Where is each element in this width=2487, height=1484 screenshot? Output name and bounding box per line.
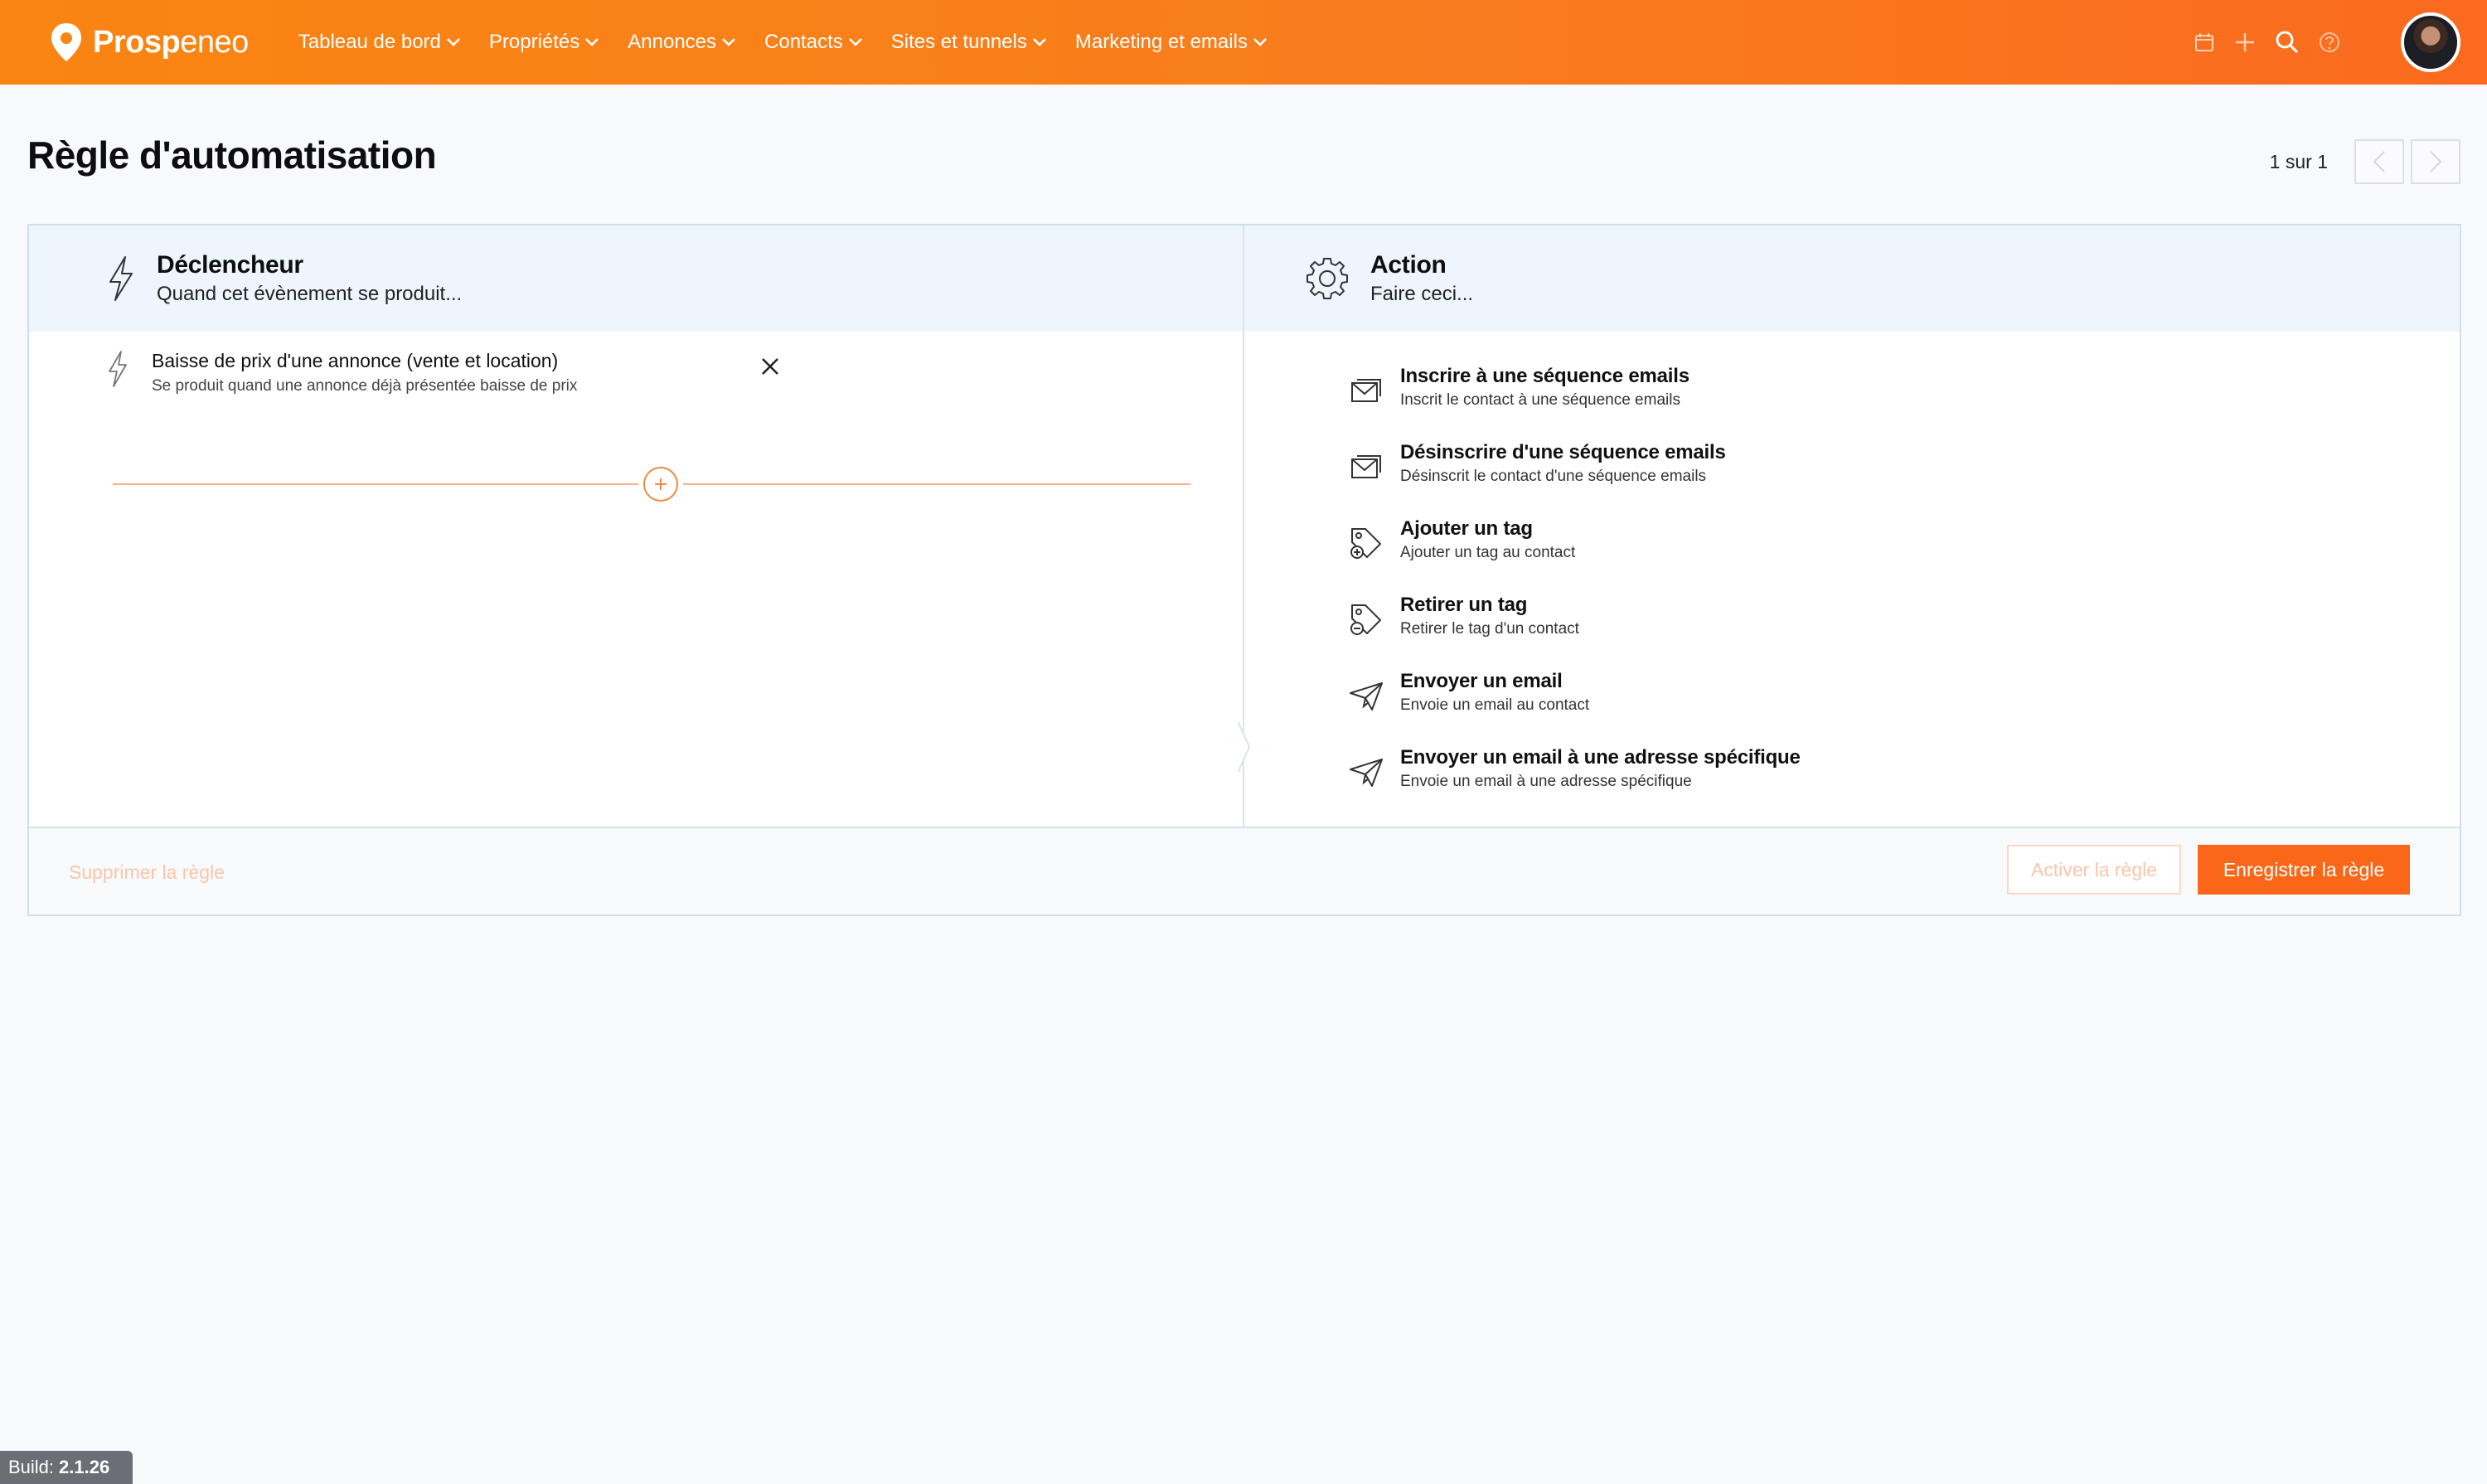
chevron-down-icon <box>722 38 735 46</box>
pager-text: 1 sur 1 <box>2269 150 2328 172</box>
lightning-icon <box>109 351 127 387</box>
chevron-right-icon <box>2430 151 2442 172</box>
help-icon <box>2320 32 2339 52</box>
email-sequence-icon <box>1351 455 1381 478</box>
calendar-button[interactable] <box>2194 32 2215 53</box>
paper-plane-icon <box>1350 682 1383 710</box>
selected-trigger-description: Se produit quand une annonce déjà présen… <box>152 377 578 395</box>
tag-remove-icon <box>1350 604 1381 635</box>
chevron-down-icon <box>446 38 460 46</box>
lightning-icon <box>109 256 133 301</box>
chevron-down-icon <box>848 38 862 46</box>
automation-rule-card: Déclencheur Quand cet évènement se produ… <box>27 224 2461 916</box>
chevron-down-icon <box>1253 38 1267 46</box>
add-button[interactable] <box>2233 31 2257 54</box>
divider-line-right <box>683 483 1190 485</box>
chevron-down-icon <box>1032 38 1046 46</box>
action-item-remove-tag[interactable]: Retirer un tag Retirer le tag d'un conta… <box>1347 594 1801 670</box>
top-navigation-bar: Prospeneo Tableau de bord Propriétés Ann… <box>0 0 2487 85</box>
selected-trigger[interactable]: Baisse de prix d'une annonce (vente et l… <box>105 350 802 395</box>
trigger-panel: Déclencheur Quand cet évènement se produ… <box>29 226 1244 827</box>
nav-item-marketing-emails[interactable]: Marketing et emails <box>1075 31 1268 54</box>
activate-rule-button[interactable]: Activer la règle <box>2007 845 2181 895</box>
build-badge: Build: 2.1.26 <box>0 1451 133 1484</box>
chevron-left-icon <box>2373 151 2385 172</box>
email-sequence-icon <box>1351 379 1381 402</box>
brand-logo[interactable]: Prospeneo <box>48 0 249 85</box>
trigger-panel-subtitle: Quand cet évènement se produit... <box>157 283 463 305</box>
action-item-send-email[interactable]: Envoyer un email Envoie un email au cont… <box>1347 670 1801 746</box>
search-icon <box>2276 31 2299 54</box>
delete-rule-button[interactable]: Supprimer la règle <box>69 861 225 884</box>
chevron-down-icon <box>585 38 599 46</box>
selected-trigger-title: Baisse de prix d'une annonce (vente et l… <box>152 350 559 371</box>
gear-icon <box>1307 258 1348 299</box>
add-trigger-button[interactable] <box>643 467 678 502</box>
search-button[interactable] <box>2275 30 2300 55</box>
action-panel-header: Action Faire ceci... <box>1244 226 2460 332</box>
action-panel-title: Action <box>1370 251 1447 279</box>
trigger-panel-header: Déclencheur Quand cet évènement se produ… <box>29 226 1243 332</box>
close-icon <box>762 358 778 375</box>
nav-item-listings[interactable]: Annonces <box>628 31 736 54</box>
nav-item-contacts[interactable]: Contacts <box>764 31 863 54</box>
nav-item-dashboard[interactable]: Tableau de bord <box>298 31 461 54</box>
action-item-unsubscribe-sequence[interactable]: Désinscrire d'une séquence emails Désins… <box>1347 441 1801 517</box>
save-rule-button[interactable]: Enregistrer la règle <box>2198 845 2410 895</box>
nav-item-sites-funnels[interactable]: Sites et tunnels <box>891 31 1047 54</box>
previous-button[interactable] <box>2354 139 2404 184</box>
divider-line-left <box>113 483 638 485</box>
calendar-icon <box>2195 33 2213 51</box>
action-list: Inscrire à une séquence emails Inscrit l… <box>1347 365 1801 822</box>
main-nav: Tableau de bord Propriétés Annonces Cont… <box>298 31 1296 54</box>
card-footer: Supprimer la règle Activer la règle Enre… <box>29 827 2460 914</box>
help-button[interactable] <box>2318 31 2341 54</box>
pager: 1 sur 1 <box>2270 139 2460 184</box>
location-pin-icon <box>51 23 81 61</box>
avatar[interactable] <box>2401 12 2460 72</box>
nav-item-properties[interactable]: Propriétés <box>489 31 599 54</box>
page-title: Règle d'automatisation <box>27 133 437 177</box>
next-button[interactable] <box>2411 139 2460 184</box>
brand-name: Prospeneo <box>93 24 249 60</box>
tag-add-icon <box>1350 528 1381 559</box>
action-item-add-tag[interactable]: Ajouter un tag Ajouter un tag au contact <box>1347 517 1801 594</box>
trigger-panel-title: Déclencheur <box>157 251 303 279</box>
action-item-send-email-specific[interactable]: Envoyer un email à une adresse spécifiqu… <box>1347 746 1801 822</box>
plus-icon <box>655 478 667 490</box>
action-item-subscribe-sequence[interactable]: Inscrire à une séquence emails Inscrit l… <box>1347 365 1801 441</box>
paper-plane-icon <box>1350 759 1383 787</box>
plus-icon <box>2236 33 2254 51</box>
action-panel-subtitle: Faire ceci... <box>1370 283 1474 305</box>
top-right-icons <box>2194 0 2487 85</box>
remove-trigger-button[interactable] <box>760 356 780 381</box>
